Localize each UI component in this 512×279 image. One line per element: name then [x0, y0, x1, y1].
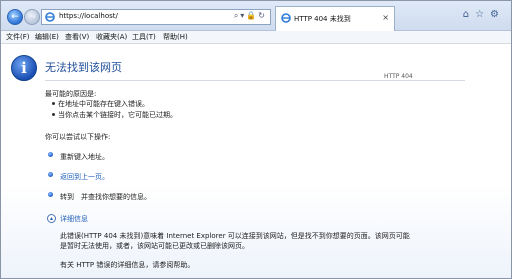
details-text-line1: 此错误(HTTP 404 未找到)意味着 Internet Explorer 可…: [60, 232, 410, 240]
action-goto-suffix: 并查找你想要的信息。: [81, 193, 151, 201]
bullet-icon: [48, 192, 53, 197]
address-input[interactable]: https://localhost/ ⌕▾🔒↻: [41, 9, 271, 25]
menu-favorites[interactable]: 收藏夹(A): [96, 32, 127, 42]
page-title: 无法找到该网页: [45, 61, 122, 74]
action-goto-prefix: 转到: [60, 193, 74, 201]
ie-logo-icon: [45, 12, 55, 22]
help-text: 有关 HTTP 错误的详细信息，请参阅帮助。: [60, 261, 195, 269]
divider: [45, 80, 465, 81]
close-icon[interactable]: ×: [382, 13, 389, 22]
cause-item: 在地址中可能存在键入错误。: [58, 100, 149, 108]
error-page: i 无法找到该网页 HTTP 404 最可能的原因是: 在地址中可能存在键入错误…: [1, 44, 511, 278]
cause-item: 当你点击某个链接时，它可能已过期。: [58, 111, 177, 119]
menu-tools[interactable]: 工具(T): [132, 32, 156, 42]
menu-help[interactable]: 帮助(H): [163, 32, 188, 42]
bullet-icon: [48, 172, 53, 177]
address-tools-icon[interactable]: ⌕▾🔒↻: [234, 11, 267, 21]
address-bar-area: ← → https://localhost/ ⌕▾🔒↻ HTTP 404 未找到…: [1, 1, 511, 31]
actions-heading: 你可以尝试以下操作:: [45, 133, 111, 141]
details-toggle[interactable]: 详细信息: [60, 214, 88, 224]
menu-edit[interactable]: 编辑(E): [35, 32, 59, 42]
menu-file[interactable]: 文件(F): [6, 32, 30, 42]
ie-logo-icon: [281, 13, 291, 23]
tab-label: HTTP 404 未找到: [294, 15, 351, 23]
action-retype: 重新键入地址。: [60, 153, 109, 161]
status-code: HTTP 404: [384, 73, 413, 80]
info-icon: i: [11, 55, 37, 81]
menu-view[interactable]: 查看(V): [65, 32, 89, 42]
bullet-icon: [52, 113, 55, 116]
expand-icon[interactable]: ▴: [47, 214, 56, 223]
bullet-icon: [52, 102, 55, 105]
back-link[interactable]: 返回到上一页。: [60, 172, 109, 182]
address-url: https://localhost/: [59, 12, 118, 20]
details-text-line2: 是暂时无法使用，或者，该网站可能已更改或已删除该网页。: [60, 242, 249, 250]
forward-arrow-icon[interactable]: →: [24, 9, 40, 25]
back-arrow-icon[interactable]: ←: [7, 9, 23, 25]
bullet-icon: [48, 152, 53, 157]
menu-bar: 文件(F) 编辑(E) 查看(V) 收藏夹(A) 工具(T) 帮助(H): [1, 31, 511, 44]
tab-http-404[interactable]: HTTP 404 未找到 ×: [275, 6, 395, 31]
toolbar-icons[interactable]: ⌂☆⚙: [463, 9, 505, 20]
causes-heading: 最可能的原因是:: [45, 90, 97, 98]
